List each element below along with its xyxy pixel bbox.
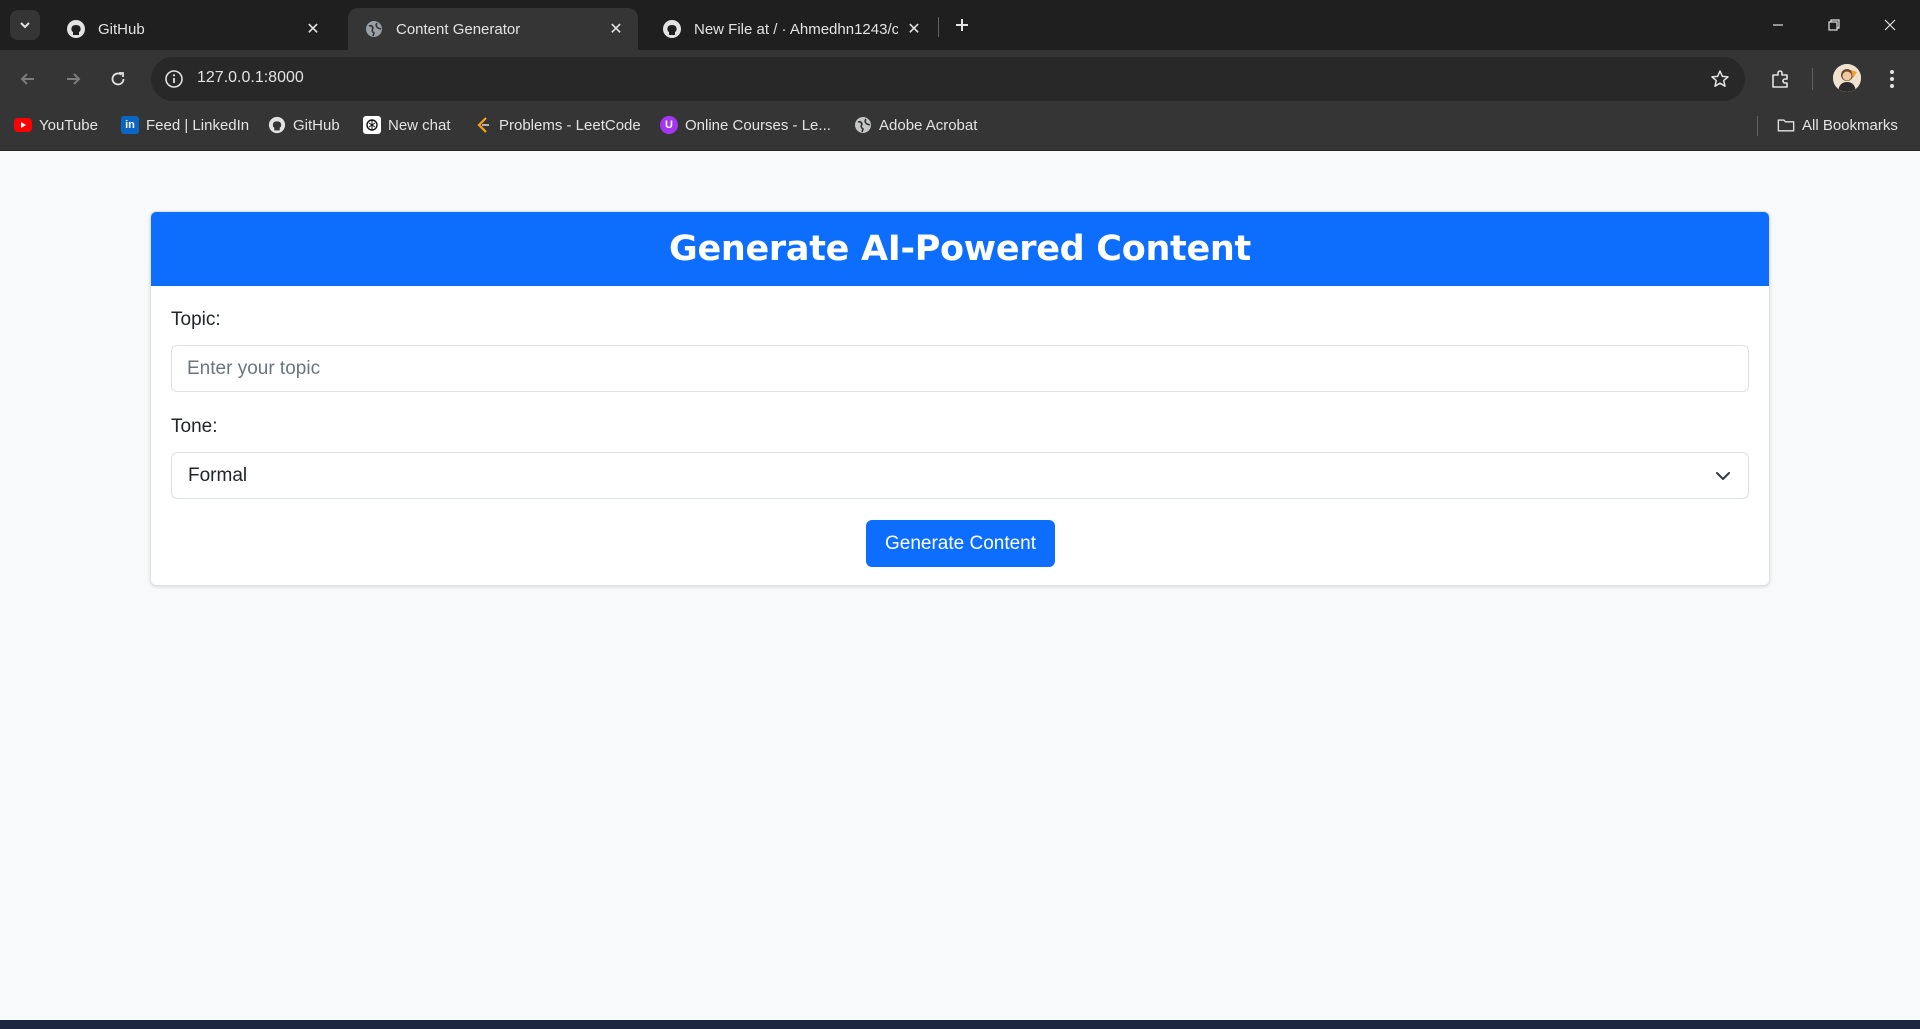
taskbar-edge bbox=[0, 1020, 1920, 1029]
more-vert-icon bbox=[1890, 70, 1894, 88]
profile-avatar[interactable] bbox=[1833, 64, 1861, 92]
content-generator-card: Generate AI-Powered Content Topic: Tone:… bbox=[150, 211, 1770, 586]
bookmark-label: New chat bbox=[388, 116, 451, 134]
address-bar[interactable]: 127.0.0.1:8000 bbox=[151, 57, 1745, 101]
minimize-icon bbox=[1773, 24, 1783, 26]
address-text[interactable]: 127.0.0.1:8000 bbox=[197, 69, 304, 87]
bookmark-label: Online Courses - Le... bbox=[685, 116, 831, 134]
bookmark-new-chat[interactable]: New chat bbox=[363, 108, 451, 142]
tone-select[interactable]: Formal bbox=[171, 452, 1749, 499]
all-bookmarks-button[interactable]: All Bookmarks bbox=[1777, 108, 1898, 142]
tab-separator bbox=[938, 17, 939, 37]
page-title: Generate AI-Powered Content bbox=[669, 229, 1251, 269]
bookmark-label: GitHub bbox=[293, 116, 340, 134]
bookmark-udemy[interactable]: U Online Courses - Le... bbox=[660, 108, 831, 142]
bookmark-adobe-acrobat[interactable]: Adobe Acrobat bbox=[854, 108, 977, 142]
tab-new-file[interactable]: New File at / · Ahmedhn1243/c ✕ bbox=[646, 8, 936, 50]
tab-github[interactable]: GitHub ✕ bbox=[50, 8, 335, 50]
restore-icon bbox=[1828, 19, 1840, 31]
forward-button[interactable] bbox=[58, 64, 88, 94]
reload-icon bbox=[111, 72, 125, 86]
tone-label: Tone: bbox=[171, 416, 218, 437]
generate-content-button[interactable]: Generate Content bbox=[866, 520, 1055, 567]
restore-button[interactable] bbox=[1806, 0, 1862, 50]
all-bookmarks-label: All Bookmarks bbox=[1802, 116, 1898, 134]
back-button[interactable] bbox=[13, 64, 43, 94]
toolbar-divider bbox=[1812, 68, 1813, 90]
tab-title: New File at / · Ahmedhn1243/c bbox=[694, 20, 898, 38]
topic-label: Topic: bbox=[171, 309, 221, 330]
arrow-right-icon bbox=[67, 73, 81, 85]
close-icon[interactable]: ✕ bbox=[606, 19, 626, 39]
menu-button[interactable] bbox=[1877, 64, 1907, 94]
udemy-icon: U bbox=[660, 116, 678, 134]
puzzle-icon bbox=[1772, 70, 1788, 88]
bookmarks-divider bbox=[1757, 116, 1758, 136]
arrow-left-icon bbox=[20, 73, 34, 85]
bookmark-label: Adobe Acrobat bbox=[879, 116, 978, 134]
chevron-down-icon bbox=[20, 22, 30, 29]
close-window-button[interactable] bbox=[1862, 0, 1918, 50]
bookmark-youtube[interactable]: YouTube bbox=[14, 108, 98, 142]
github-icon bbox=[66, 19, 86, 39]
bookmark-label: Feed | LinkedIn bbox=[146, 116, 250, 134]
youtube-icon bbox=[14, 116, 32, 134]
tab-title: Content Generator bbox=[396, 20, 521, 38]
bookmark-github[interactable]: GitHub bbox=[268, 108, 340, 142]
card-header: Generate AI-Powered Content bbox=[151, 212, 1769, 286]
bookmark-label: Problems - LeetCode bbox=[499, 116, 641, 134]
bookmark-leetcode[interactable]: Problems - LeetCode bbox=[474, 108, 641, 142]
new-tab-button[interactable] bbox=[948, 10, 976, 40]
close-icon[interactable]: ✕ bbox=[303, 19, 323, 39]
tab-title: GitHub bbox=[98, 20, 145, 38]
extensions-button[interactable] bbox=[1766, 64, 1796, 94]
tab-strip: GitHub ✕ Content Generator ✕ New File at… bbox=[0, 0, 1920, 50]
info-icon[interactable] bbox=[163, 68, 185, 90]
minimize-button[interactable] bbox=[1750, 0, 1806, 50]
leetcode-icon bbox=[474, 116, 492, 134]
globe-icon bbox=[364, 19, 384, 39]
tone-selected-value: Formal bbox=[188, 465, 248, 486]
chevron-down-icon bbox=[1716, 472, 1730, 480]
star-icon[interactable] bbox=[1709, 68, 1731, 90]
bookmark-label: YouTube bbox=[39, 116, 98, 134]
plus-icon bbox=[956, 19, 968, 31]
topic-input[interactable] bbox=[171, 345, 1749, 392]
browser-toolbar: 127.0.0.1:8000 bbox=[0, 50, 1920, 108]
close-icon bbox=[1884, 19, 1896, 31]
bookmark-linkedin[interactable]: in Feed | LinkedIn bbox=[121, 108, 249, 142]
github-icon bbox=[662, 19, 682, 39]
avatar-icon bbox=[1833, 64, 1861, 92]
chatgpt-icon bbox=[363, 116, 381, 134]
reload-button[interactable] bbox=[103, 64, 133, 94]
tab-search-button[interactable] bbox=[10, 10, 40, 40]
bookmarks-bar: YouTube in Feed | LinkedIn GitHub New ch… bbox=[0, 108, 1920, 151]
github-icon bbox=[268, 116, 286, 134]
tab-content-generator[interactable]: Content Generator ✕ bbox=[348, 8, 638, 50]
close-icon[interactable]: ✕ bbox=[904, 19, 924, 39]
folder-icon bbox=[1777, 116, 1795, 134]
globe-icon bbox=[854, 116, 872, 134]
linkedin-icon: in bbox=[121, 116, 139, 134]
